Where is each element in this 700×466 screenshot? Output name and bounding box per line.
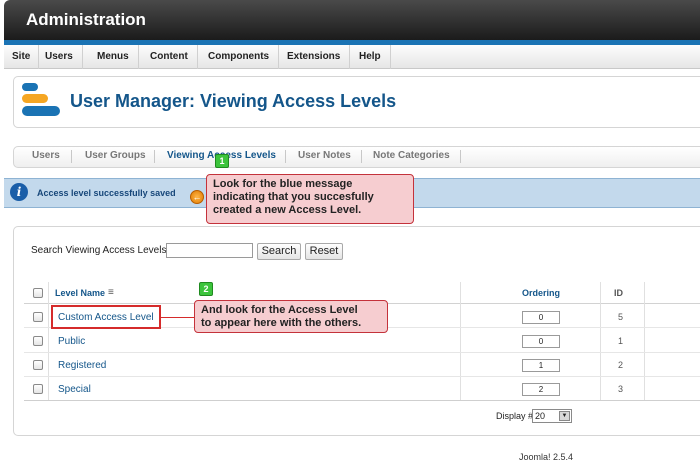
message-text: Access level successfully saved — [37, 188, 176, 198]
tab-users[interactable]: Users — [32, 150, 60, 161]
ordering-input[interactable]: 0 — [522, 335, 560, 348]
table-row — [24, 353, 700, 377]
display-count-select[interactable]: 20 ▼ — [532, 409, 572, 423]
annotation-callout-1: Look for the blue message indicating tha… — [206, 174, 414, 224]
main-menu-bar: Site Users Menus Content Components Exte… — [4, 45, 700, 69]
callout-line: to appear here with the others. — [201, 317, 362, 329]
arrow-left-icon: ← — [190, 190, 204, 204]
step-badge-2: 2 — [199, 282, 213, 296]
tab-divider — [154, 150, 155, 163]
search-button[interactable]: Search — [257, 243, 301, 260]
level-id: 3 — [618, 384, 624, 394]
menu-item-content[interactable]: Content — [141, 45, 198, 69]
step-badge-1: 1 — [215, 154, 229, 168]
level-name-link[interactable]: Public — [58, 336, 85, 347]
column-header-level-name[interactable]: Level Name — [55, 288, 105, 298]
select-all-checkbox[interactable] — [33, 288, 43, 298]
info-icon: i — [10, 183, 28, 201]
tab-divider — [71, 150, 72, 163]
ordering-input[interactable]: 2 — [522, 383, 560, 396]
header-title: Administration — [26, 10, 146, 29]
display-count-value: 20 — [535, 411, 546, 421]
level-name-link[interactable]: Special — [58, 384, 91, 395]
ordering-input[interactable]: 0 — [522, 311, 560, 324]
version-footer: Joomla! 2.5.4 — [519, 452, 574, 462]
search-label: Search Viewing Access Levels — [31, 245, 167, 256]
tab-user-notes[interactable]: User Notes — [298, 150, 351, 161]
tab-divider — [460, 150, 461, 163]
column-header-ordering[interactable]: Ordering — [522, 288, 560, 298]
menu-item-site[interactable]: Site — [4, 45, 40, 69]
tab-divider — [285, 150, 286, 163]
tab-divider — [361, 150, 362, 163]
page-title: User Manager: Viewing Access Levels — [70, 91, 397, 111]
admin-header: Administration — [4, 0, 700, 40]
row-checkbox[interactable] — [33, 312, 43, 322]
tab-note-categories[interactable]: Note Categories — [373, 150, 450, 161]
menu-item-components[interactable]: Components — [199, 45, 280, 69]
callout-connector — [161, 317, 195, 318]
level-id: 5 — [618, 312, 624, 322]
callout-line: indicating that you succesfully — [213, 191, 374, 203]
reset-button[interactable]: Reset — [305, 243, 343, 260]
menu-item-extensions[interactable]: Extensions — [278, 45, 351, 69]
tab-user-groups[interactable]: User Groups — [85, 150, 146, 161]
sort-icon: ≡ — [108, 287, 114, 298]
menu-item-users[interactable]: Users — [36, 45, 83, 69]
callout-line: And look for the Access Level — [201, 304, 358, 316]
level-id: 1 — [618, 336, 624, 346]
table-row — [24, 377, 700, 401]
level-name-link[interactable]: Registered — [58, 360, 106, 371]
users-icon — [22, 83, 60, 116]
menu-item-help[interactable]: Help — [350, 45, 391, 69]
callout-line: created a new Access Level. — [213, 204, 362, 216]
column-header-id[interactable]: ID — [614, 288, 623, 298]
row-checkbox[interactable] — [33, 360, 43, 370]
row-checkbox[interactable] — [33, 336, 43, 346]
annotation-callout-2: And look for the Access Level to appear … — [194, 300, 388, 333]
ordering-input[interactable]: 1 — [522, 359, 560, 372]
chevron-down-icon: ▼ — [559, 411, 570, 421]
display-label: Display # — [496, 411, 534, 421]
highlight-box — [51, 305, 161, 329]
search-input[interactable] — [166, 243, 253, 258]
menu-item-menus[interactable]: Menus — [88, 45, 139, 69]
row-checkbox[interactable] — [33, 384, 43, 394]
callout-line: Look for the blue message — [213, 178, 353, 190]
level-id: 2 — [618, 360, 624, 370]
